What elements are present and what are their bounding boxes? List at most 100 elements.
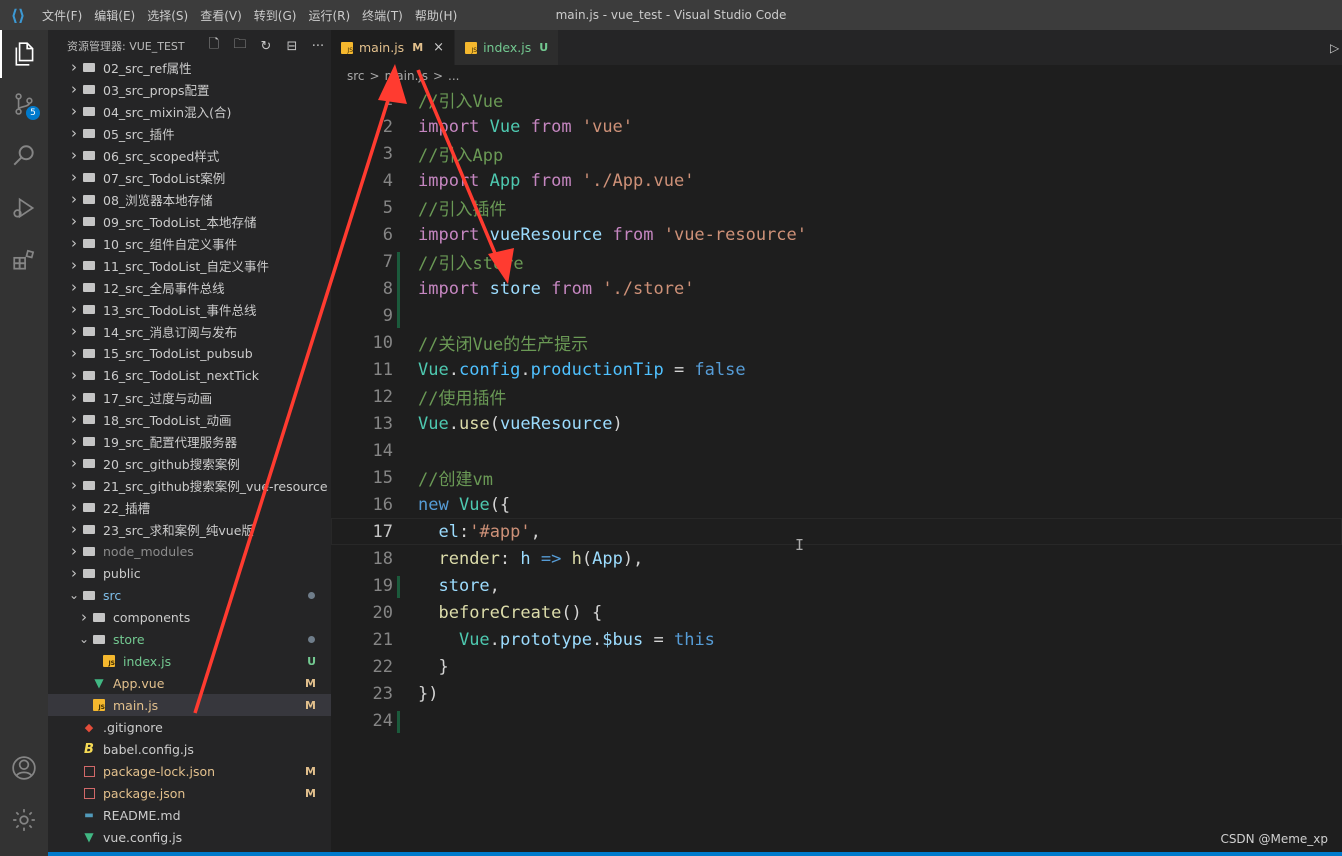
tree-folder[interactable]: › 04_src_mixin混入(合) xyxy=(48,100,331,122)
menu-item[interactable]: 选择(S) xyxy=(141,7,194,24)
code-text: //使用插件 xyxy=(418,384,506,409)
tree-folder[interactable]: › 21_src_github搜索案例_vue-resource xyxy=(48,474,331,496)
tree-folder[interactable]: › 16_src_TodoList_nextTick xyxy=(48,364,331,386)
refresh-icon[interactable]: ↻ xyxy=(253,39,279,54)
extensions-icon[interactable] xyxy=(0,236,48,284)
source-control-icon[interactable]: 5 xyxy=(0,80,48,128)
breadcrumb-item[interactable]: src xyxy=(347,69,365,83)
breadcrumb-item[interactable]: ... xyxy=(448,69,459,83)
tree-folder[interactable]: › 20_src_github搜索案例 xyxy=(48,452,331,474)
code-line: 12 //使用插件 xyxy=(331,383,1342,410)
line-number: 9 xyxy=(382,305,393,326)
tree-file[interactable]: package.json M xyxy=(48,782,331,804)
account-icon[interactable] xyxy=(0,744,48,792)
code-token: beforeCreate xyxy=(438,602,562,623)
tree-file[interactable]: ◆ .gitignore xyxy=(48,716,331,738)
code-token: config xyxy=(458,359,521,380)
tree-file[interactable]: package-lock.json M xyxy=(48,760,331,782)
line-number: 20 xyxy=(372,602,393,623)
code-token: './store' xyxy=(602,278,695,299)
tree-folder[interactable]: › 07_src_TodoList案例 xyxy=(48,166,331,188)
code-line: 21 Vue.prototype.$bus = this xyxy=(331,626,1342,653)
new-folder-icon[interactable]: 🗀 xyxy=(227,35,253,57)
activity-bar: 5 xyxy=(0,30,48,856)
tree-folder[interactable]: › 02_src_ref属性 xyxy=(48,56,331,78)
tree-folder[interactable]: › 17_src_过度与动画 xyxy=(48,386,331,408)
menu-item[interactable]: 文件(F) xyxy=(36,7,88,24)
chevron-right-icon: › xyxy=(71,124,77,142)
explorer-icon[interactable] xyxy=(0,30,48,78)
tree-folder[interactable]: › 23_src_求和案例_纯vue版 xyxy=(48,518,331,540)
tree-file[interactable]: ▬ README.md xyxy=(48,804,331,826)
tree-item-label: 08_浏览器本地存储 xyxy=(103,192,213,208)
tab-main-js[interactable]: JS main.js M × xyxy=(331,30,456,65)
code-token: false xyxy=(694,359,746,380)
tree-folder[interactable]: › 14_src_消息订阅与发布 xyxy=(48,320,331,342)
folder-icon xyxy=(81,368,97,382)
tree-folder[interactable]: ⌄ store xyxy=(48,628,331,650)
tree-folder[interactable]: › 05_src_插件 xyxy=(48,122,331,144)
tree-folder[interactable]: › 09_src_TodoList_本地存储 xyxy=(48,210,331,232)
tree-file[interactable]: ▼ App.vue M xyxy=(48,672,331,694)
code-line: 5 //引入插件 xyxy=(331,194,1342,221)
breadcrumb-item[interactable]: main.js xyxy=(385,69,428,83)
tree-item-label: 14_src_消息订阅与发布 xyxy=(103,324,238,340)
tab-git-status: M xyxy=(412,41,424,54)
menu-item[interactable]: 编辑(E) xyxy=(88,7,141,24)
collapse-all-icon[interactable]: ⊟ xyxy=(279,39,305,54)
vue-file-icon: ▼ xyxy=(94,676,104,690)
tree-folder[interactable]: › node_modules xyxy=(48,540,331,562)
tree-folder[interactable]: › 22_插槽 xyxy=(48,496,331,518)
tree-folder[interactable]: ⌄ src xyxy=(48,584,331,606)
tree-folder[interactable]: › 03_src_props配置 xyxy=(48,78,331,100)
new-file-icon[interactable]: 🗋 xyxy=(201,35,227,57)
tree-file[interactable]: JS main.js M xyxy=(48,694,331,716)
tree-folder[interactable]: › public xyxy=(48,562,331,584)
tree-folder[interactable]: › components xyxy=(48,606,331,628)
run-debug-icon[interactable] xyxy=(0,184,48,232)
line-number: 2 xyxy=(382,116,393,137)
menu-item[interactable]: 查看(V) xyxy=(194,7,248,24)
tree-folder[interactable]: › 19_src_配置代理服务器 xyxy=(48,430,331,452)
tab-index-js[interactable]: JS index.js U xyxy=(455,30,560,65)
tree-folder[interactable]: › 15_src_TodoList_pubsub xyxy=(48,342,331,364)
tree-folder[interactable]: › 08_浏览器本地存储 xyxy=(48,188,331,210)
code-line: 13 Vue.use(vueResource) xyxy=(331,410,1342,437)
tree-file[interactable]: ▼ vue.config.js xyxy=(48,826,331,848)
git-status-badge: M xyxy=(305,786,316,800)
code-token: ( xyxy=(581,548,593,569)
search-icon[interactable] xyxy=(0,132,48,180)
code-token: . xyxy=(489,629,500,650)
split-editor-icon[interactable]: ▷ xyxy=(1330,30,1342,65)
tree-file[interactable]: JS index.js U xyxy=(48,650,331,672)
menu-item[interactable]: 终端(T) xyxy=(356,7,409,24)
code-token: ({ xyxy=(489,494,511,515)
menu-item[interactable]: 转到(G) xyxy=(248,7,303,24)
folder-icon xyxy=(81,500,97,514)
code-token: './App.vue' xyxy=(581,170,695,191)
close-icon[interactable]: × xyxy=(433,40,444,55)
folder-icon xyxy=(81,170,97,184)
more-icon[interactable]: ··· xyxy=(305,39,331,54)
code-line: 3 //引入App xyxy=(331,140,1342,167)
tree-folder[interactable]: › 18_src_TodoList_动画 xyxy=(48,408,331,430)
folder-icon xyxy=(81,522,97,536)
settings-gear-icon[interactable] xyxy=(0,796,48,844)
tree-folder[interactable]: › 06_src_scoped样式 xyxy=(48,144,331,166)
tree-folder[interactable]: › 13_src_TodoList_事件总线 xyxy=(48,298,331,320)
code-token: import xyxy=(418,224,480,245)
chevron-right-icon: › xyxy=(71,58,77,76)
tree-folder[interactable]: › 12_src_全局事件总线 xyxy=(48,276,331,298)
tree-file[interactable]: Bbabel.config.js xyxy=(48,738,331,760)
code-editor[interactable]: I 1//引入Vue 2 import Vue from 'vue' 3//引入App… xyxy=(331,86,1342,856)
code-token: ) xyxy=(612,413,623,434)
menu-item[interactable]: 运行(R) xyxy=(302,7,356,24)
line-number: 14 xyxy=(372,440,393,461)
code-line: 18 render: h => h(App), xyxy=(331,545,1342,572)
menu-item[interactable]: 帮助(H) xyxy=(409,7,463,24)
code-token: : xyxy=(499,548,521,569)
tree-folder[interactable]: › 11_src_TodoList_自定义事件 xyxy=(48,254,331,276)
tree-folder[interactable]: › 10_src_组件自定义事件 xyxy=(48,232,331,254)
